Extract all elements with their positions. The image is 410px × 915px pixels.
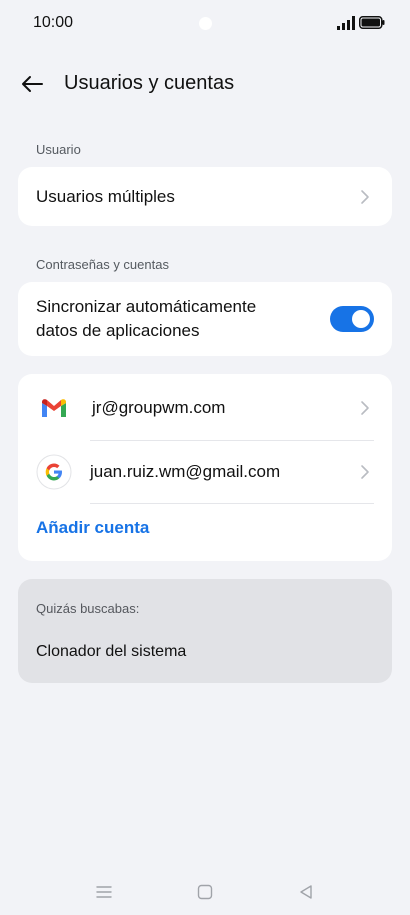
accounts-card: jr@groupwm.com juan.ruiz.wm@gmail.com Añ… — [18, 374, 392, 561]
toggle-knob — [352, 310, 370, 328]
back-nav-button[interactable] — [294, 880, 318, 904]
multiple-users-row[interactable]: Usuarios múltiples — [18, 167, 392, 226]
account-email-gmail: juan.ruiz.wm@gmail.com — [90, 462, 281, 481]
status-time: 10:00 — [33, 14, 74, 31]
auto-sync-label-line1: Sincronizar automáticamente — [36, 297, 257, 316]
account-row-gmail[interactable]: juan.ruiz.wm@gmail.com — [18, 441, 392, 503]
screen: 10:00 Usuarios y cuentas Usuario Usuario… — [0, 0, 410, 915]
status-bar: 10:00 — [0, 0, 410, 46]
back-triangle-icon — [300, 885, 312, 899]
auto-sync-row[interactable]: Sincronizar automáticamente datos de apl… — [18, 282, 392, 356]
add-account-link[interactable]: Añadir cuenta — [36, 518, 149, 538]
camera-cutout — [199, 17, 212, 30]
home-button[interactable] — [193, 880, 217, 904]
sync-card: Sincronizar automáticamente datos de apl… — [18, 282, 392, 356]
google-icon — [36, 454, 72, 490]
account-row-groupwm[interactable]: jr@groupwm.com — [18, 376, 392, 440]
auto-sync-label-line2: datos de aplicaciones — [36, 321, 200, 340]
page-title: Usuarios y cuentas — [64, 72, 235, 94]
auto-sync-toggle[interactable] — [330, 306, 374, 332]
battery-icon — [359, 16, 385, 29]
suggestions-card: Quizás buscabas: Clonador del sistema — [18, 579, 392, 683]
home-square-icon — [197, 884, 213, 900]
app-header: Usuarios y cuentas — [0, 60, 410, 108]
divider — [90, 503, 374, 504]
chevron-right-icon — [361, 401, 369, 415]
users-card: Usuarios múltiples — [18, 167, 392, 226]
recent-apps-button[interactable] — [92, 880, 116, 904]
section-label-user: Usuario — [36, 142, 81, 157]
navigation-bar — [0, 872, 410, 908]
suggestions-label: Quizás buscabas: — [36, 601, 140, 616]
section-label-passwords: Contraseñas y cuentas — [36, 257, 169, 272]
back-button[interactable] — [16, 68, 48, 100]
signal-icon — [337, 16, 355, 30]
chevron-right-icon — [361, 189, 369, 204]
chevron-right-icon — [361, 465, 369, 479]
back-arrow-icon — [22, 76, 43, 92]
suggestion-system-cloner[interactable]: Clonador del sistema — [36, 643, 186, 661]
auto-sync-label: Sincronizar automáticamente datos de apl… — [36, 295, 256, 343]
menu-icon — [96, 886, 112, 898]
gmail-icon — [42, 399, 66, 417]
multiple-users-label: Usuarios múltiples — [36, 186, 175, 206]
account-email-groupwm: jr@groupwm.com — [92, 398, 226, 417]
